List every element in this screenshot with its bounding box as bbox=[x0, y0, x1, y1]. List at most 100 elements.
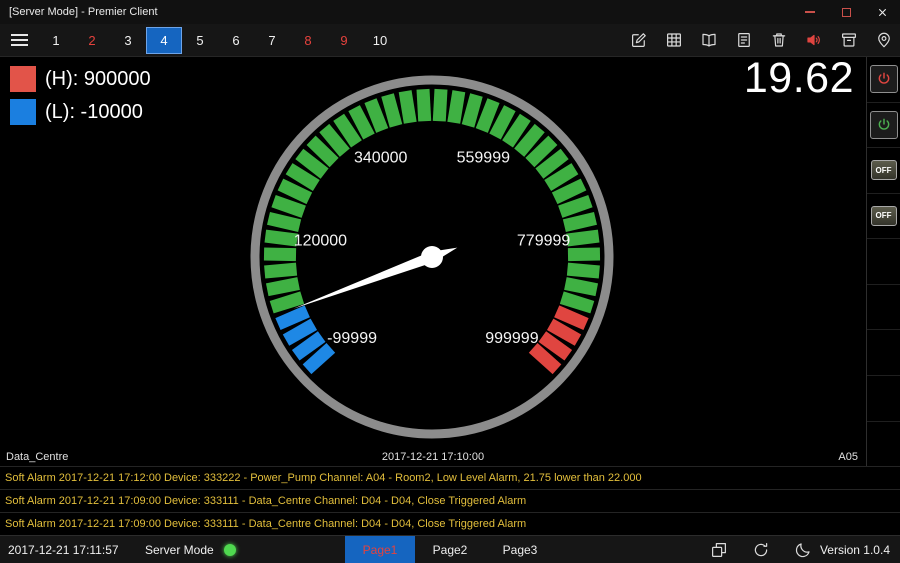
window-title: [Server Mode] - Premier Client bbox=[0, 6, 158, 18]
gauge-tick bbox=[388, 95, 396, 126]
gauge-tick bbox=[269, 218, 300, 225]
statusbar: 2017-12-21 17:11:57 Server Mode Page1 Pa… bbox=[0, 535, 900, 563]
low-limit-label: (L): -10000 bbox=[45, 101, 143, 124]
tab-5[interactable]: 5 bbox=[182, 27, 218, 54]
toolbar: 1 2 3 4 5 6 7 8 9 10 bbox=[0, 24, 900, 57]
low-limit-row: (L): -10000 bbox=[10, 99, 151, 125]
tab-2[interactable]: 2 bbox=[74, 27, 110, 54]
edit-icon[interactable] bbox=[630, 31, 648, 49]
alarm-list: Soft Alarm 2017-12-21 17:12:00 Device: 3… bbox=[0, 466, 900, 535]
gauge: -99999120000340000559999779999999999 bbox=[232, 57, 632, 457]
gauge-tick-label: 559999 bbox=[457, 149, 510, 166]
tab-8[interactable]: 8 bbox=[290, 27, 326, 54]
gauge-tick bbox=[264, 254, 296, 255]
tab-10[interactable]: 10 bbox=[362, 27, 398, 54]
gauge-tick bbox=[557, 311, 586, 324]
archive-icon[interactable] bbox=[840, 31, 858, 49]
tab-6[interactable]: 6 bbox=[218, 27, 254, 54]
side-panel-cell: OFF bbox=[867, 194, 900, 240]
tab-3[interactable]: 3 bbox=[110, 27, 146, 54]
server-mode-label: Server Mode bbox=[145, 543, 214, 557]
low-limit-swatch bbox=[10, 99, 36, 125]
side-panel-cell bbox=[867, 376, 900, 422]
minimize-icon bbox=[805, 11, 815, 13]
sync-icon[interactable] bbox=[752, 541, 770, 559]
close-button[interactable] bbox=[864, 0, 900, 24]
version-label: Version 1.0.4 bbox=[820, 543, 890, 557]
gauge-tick bbox=[405, 91, 410, 123]
minimize-button[interactable] bbox=[792, 0, 828, 24]
current-value: 19.62 bbox=[744, 54, 854, 103]
speaker-icon[interactable] bbox=[805, 31, 823, 49]
window-controls bbox=[792, 0, 900, 24]
tab-7[interactable]: 7 bbox=[254, 27, 290, 54]
status-timestamp: 2017-12-21 17:11:57 bbox=[8, 543, 119, 557]
gauge-tick bbox=[560, 201, 590, 212]
page-tab-3[interactable]: Page3 bbox=[485, 536, 555, 563]
layout-icon[interactable] bbox=[710, 541, 728, 559]
page-tab-2[interactable]: Page2 bbox=[415, 536, 485, 563]
table-icon[interactable] bbox=[665, 31, 683, 49]
gauge-tick bbox=[468, 95, 476, 126]
power-green-icon bbox=[876, 117, 892, 133]
gauge-tick bbox=[565, 284, 596, 290]
location-icon[interactable] bbox=[875, 31, 893, 49]
tab-9[interactable]: 9 bbox=[326, 27, 362, 54]
gauge-timestamp: 2017-12-21 17:10:00 bbox=[382, 451, 484, 463]
gauge-tick bbox=[265, 269, 297, 272]
maximize-icon bbox=[842, 8, 851, 17]
side-panel-cell bbox=[867, 57, 900, 103]
gauge-tick-band bbox=[264, 89, 600, 369]
page-tab-1[interactable]: Page1 bbox=[345, 536, 415, 563]
titlebar: [Server Mode] - Premier Client bbox=[0, 0, 900, 24]
gauge-tick bbox=[482, 101, 494, 131]
gauge-tick bbox=[568, 254, 600, 255]
trash-icon[interactable] bbox=[770, 31, 788, 49]
side-panel-cell bbox=[867, 422, 900, 467]
gauge-tick bbox=[439, 89, 441, 121]
device-name: Data_Centre bbox=[6, 451, 68, 463]
gauge-tick-label: 999999 bbox=[485, 330, 538, 347]
gauge-tick bbox=[567, 236, 599, 240]
tab-4[interactable]: 4 bbox=[146, 27, 182, 54]
tab-1[interactable]: 1 bbox=[38, 27, 74, 54]
power-ok-button[interactable] bbox=[870, 111, 898, 139]
gauge-tick bbox=[562, 298, 593, 308]
gauge-tick-label: -99999 bbox=[327, 330, 377, 347]
app-window: [Server Mode] - Premier Client 1 2 3 4 5… bbox=[0, 0, 900, 563]
side-panel: OFF OFF bbox=[866, 57, 900, 466]
switch-1-off-button[interactable]: OFF bbox=[871, 160, 897, 180]
note-icon[interactable] bbox=[735, 31, 753, 49]
gauge-tick bbox=[274, 201, 304, 212]
book-icon[interactable] bbox=[700, 31, 718, 49]
side-panel-cell bbox=[867, 285, 900, 331]
power-red-icon bbox=[876, 71, 892, 87]
gauge-tick bbox=[265, 236, 297, 240]
gauge-tick bbox=[370, 101, 382, 131]
gauge-tick bbox=[567, 269, 599, 272]
gauge-legend: (H): 900000 (L): -10000 bbox=[10, 66, 151, 125]
gauge-footer: Data_Centre 2017-12-21 17:10:00 A05 bbox=[0, 449, 866, 466]
gauge-tick bbox=[267, 284, 298, 290]
high-limit-swatch bbox=[10, 66, 36, 92]
side-panel-cell bbox=[867, 103, 900, 149]
gauge-tick-label: 340000 bbox=[354, 149, 407, 166]
gauge-tick bbox=[454, 91, 459, 123]
menu-button[interactable] bbox=[0, 34, 38, 46]
power-alarm-button[interactable] bbox=[870, 65, 898, 93]
connection-status-indicator bbox=[224, 544, 236, 556]
alarm-row[interactable]: Soft Alarm 2017-12-21 17:09:00 Device: 3… bbox=[0, 489, 900, 512]
alarm-row[interactable]: Soft Alarm 2017-12-21 17:12:00 Device: 3… bbox=[0, 466, 900, 489]
gauge-tick bbox=[272, 298, 303, 308]
gauge-page: (H): 900000 (L): -10000 19.62 -999991200… bbox=[0, 57, 866, 466]
gauge-tick bbox=[278, 311, 307, 324]
gauge-tick-label: 779999 bbox=[517, 232, 570, 249]
maximize-button[interactable] bbox=[828, 0, 864, 24]
gauge-tick bbox=[555, 184, 584, 198]
moon-icon[interactable] bbox=[794, 541, 812, 559]
alarm-row[interactable]: Soft Alarm 2017-12-21 17:09:00 Device: 3… bbox=[0, 512, 900, 535]
high-limit-label: (H): 900000 bbox=[45, 68, 151, 91]
switch-2-off-button[interactable]: OFF bbox=[871, 206, 897, 226]
gauge-tick bbox=[423, 89, 425, 121]
high-limit-row: (H): 900000 bbox=[10, 66, 151, 92]
